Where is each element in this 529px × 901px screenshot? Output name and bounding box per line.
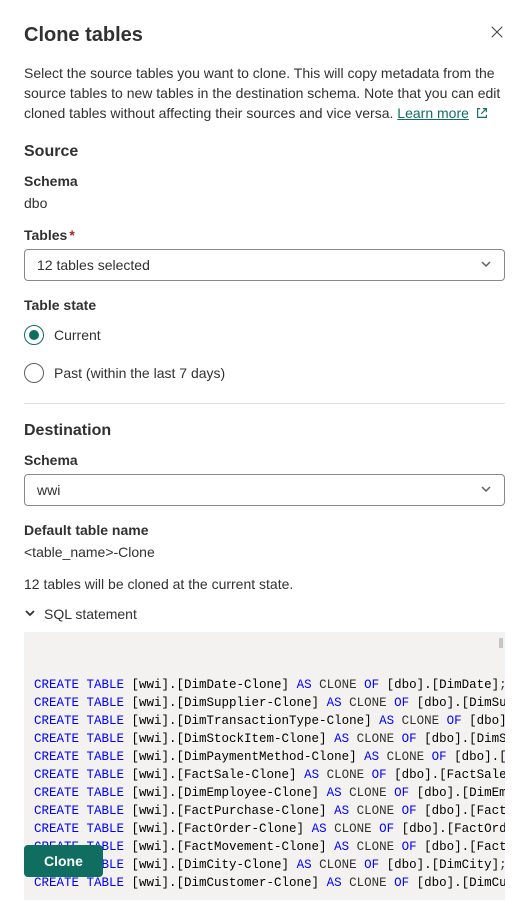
source-schema-value: dbo bbox=[24, 195, 505, 211]
source-schema-label: Schema bbox=[24, 173, 505, 189]
radio-past[interactable]: Past (within the last 7 days) bbox=[24, 357, 505, 389]
radio-past-label: Past (within the last 7 days) bbox=[54, 365, 225, 381]
destination-schema-dropdown[interactable]: wwi bbox=[24, 474, 505, 506]
destination-heading: Destination bbox=[24, 422, 505, 440]
table-state-label: Table state bbox=[24, 297, 505, 313]
radio-current[interactable]: Current bbox=[24, 319, 505, 357]
radio-current-label: Current bbox=[54, 327, 101, 343]
sql-statement-toggle[interactable]: SQL statement bbox=[24, 606, 505, 622]
sql-line: CREATE TABLE [wwi].[DimSupplier-Clone] A… bbox=[34, 694, 495, 712]
chevron-down-icon bbox=[480, 482, 492, 498]
radio-icon-checked bbox=[24, 325, 44, 345]
radio-icon-unchecked bbox=[24, 363, 44, 383]
chevron-down-icon bbox=[480, 257, 492, 273]
tables-label: Tables* bbox=[24, 227, 505, 243]
clone-status: 12 tables will be cloned at the current … bbox=[24, 576, 505, 592]
page-title: Clone tables bbox=[24, 24, 143, 47]
close-icon[interactable] bbox=[489, 24, 505, 40]
sql-line: CREATE TABLE [wwi].[FactOrder-Clone] AS … bbox=[34, 820, 495, 838]
sql-line: CREATE TABLE [wwi].[DimPaymentMethod-Clo… bbox=[34, 748, 495, 766]
clone-button[interactable]: Clone bbox=[24, 845, 103, 877]
external-link-icon bbox=[475, 106, 489, 120]
divider bbox=[24, 403, 505, 404]
sql-line: CREATE TABLE [wwi].[DimCustomer-Clone] A… bbox=[34, 874, 495, 892]
destination-schema-value: wwi bbox=[37, 482, 60, 498]
sql-line: CREATE TABLE [wwi].[FactMovement-Clone] … bbox=[34, 838, 495, 856]
sql-line: CREATE TABLE [wwi].[DimTransactionType-C… bbox=[34, 712, 495, 730]
sql-line: CREATE TABLE [wwi].[FactPurchase-Clone] … bbox=[34, 802, 495, 820]
default-table-name-value: <table_name>-Clone bbox=[24, 544, 505, 560]
sql-line: CREATE TABLE [wwi].[DimEmployee-Clone] A… bbox=[34, 784, 495, 802]
description: Select the source tables you want to clo… bbox=[24, 63, 505, 123]
source-heading: Source bbox=[24, 143, 505, 161]
tables-dropdown-value: 12 tables selected bbox=[37, 257, 150, 273]
destination-schema-label: Schema bbox=[24, 452, 505, 468]
tables-dropdown[interactable]: 12 tables selected bbox=[24, 249, 505, 281]
sql-statement-label: SQL statement bbox=[44, 606, 137, 622]
sql-line: CREATE TABLE [wwi].[DimStockItem-Clone] … bbox=[34, 730, 495, 748]
sql-line: CREATE TABLE [wwi].[DimCity-Clone] AS CL… bbox=[34, 856, 495, 874]
table-state-radio-group: Current Past (within the last 7 days) bbox=[24, 319, 505, 389]
learn-more-link[interactable]: Learn more bbox=[397, 105, 469, 121]
sql-line: CREATE TABLE [wwi].[FactSale-Clone] AS C… bbox=[34, 766, 495, 784]
sql-line: CREATE TABLE [wwi].[DimDate-Clone] AS CL… bbox=[34, 676, 495, 694]
chevron-down-icon bbox=[24, 606, 36, 622]
scrollbar[interactable] bbox=[499, 638, 503, 648]
default-table-name-label: Default table name bbox=[24, 522, 505, 538]
